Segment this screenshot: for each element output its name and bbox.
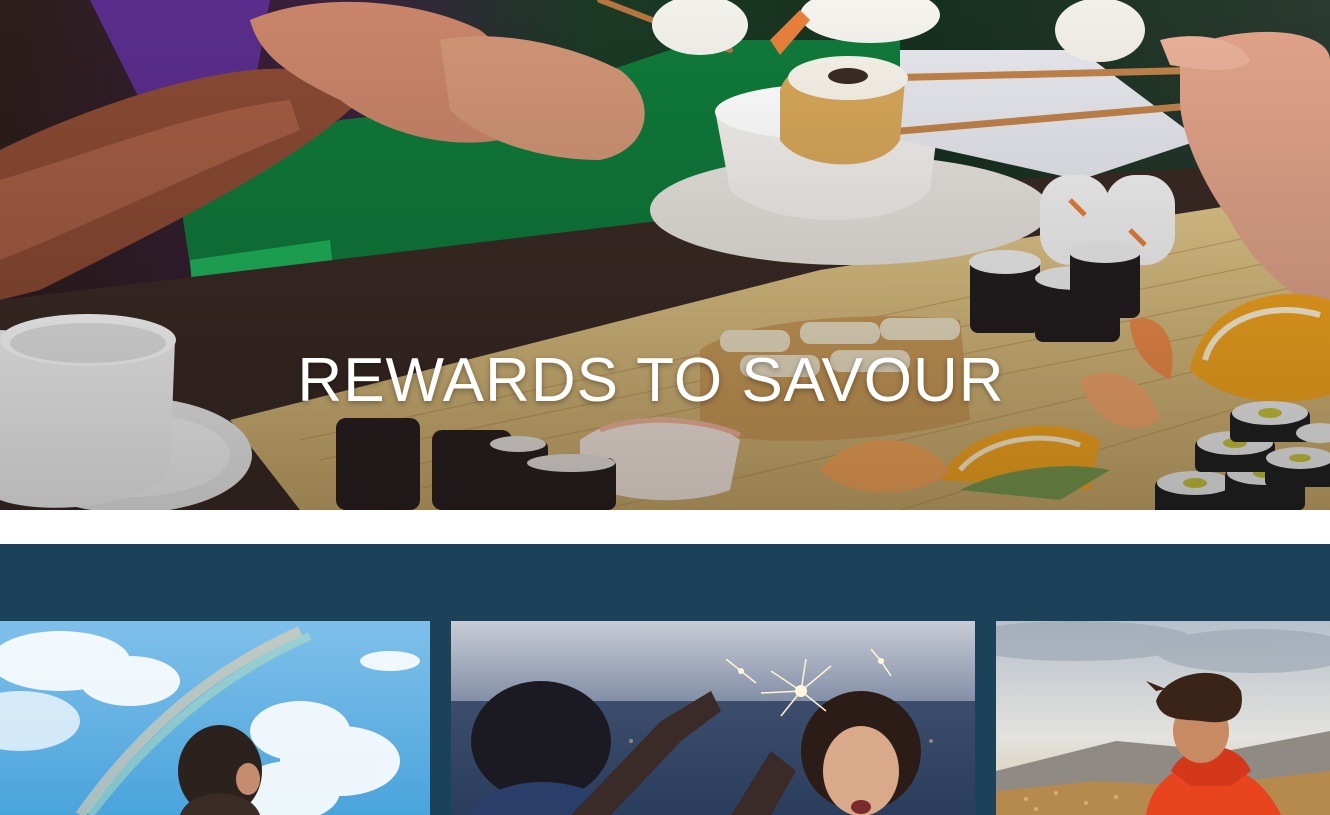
sparklers-image [451, 621, 975, 815]
hero-title: REWARDS TO SAVOUR [297, 346, 1005, 415]
hero-banner: REWARDS TO SAVOUR [0, 0, 1330, 510]
page: REWARDS TO SAVOUR [0, 0, 1330, 815]
red-jacket-man-image [996, 621, 1330, 815]
offer-card-3[interactable] [996, 621, 1330, 815]
rainbow-sky-image [0, 621, 430, 815]
hero-image [0, 0, 1330, 510]
offer-card-2[interactable] [451, 621, 975, 815]
offer-card-1[interactable] [0, 621, 430, 815]
